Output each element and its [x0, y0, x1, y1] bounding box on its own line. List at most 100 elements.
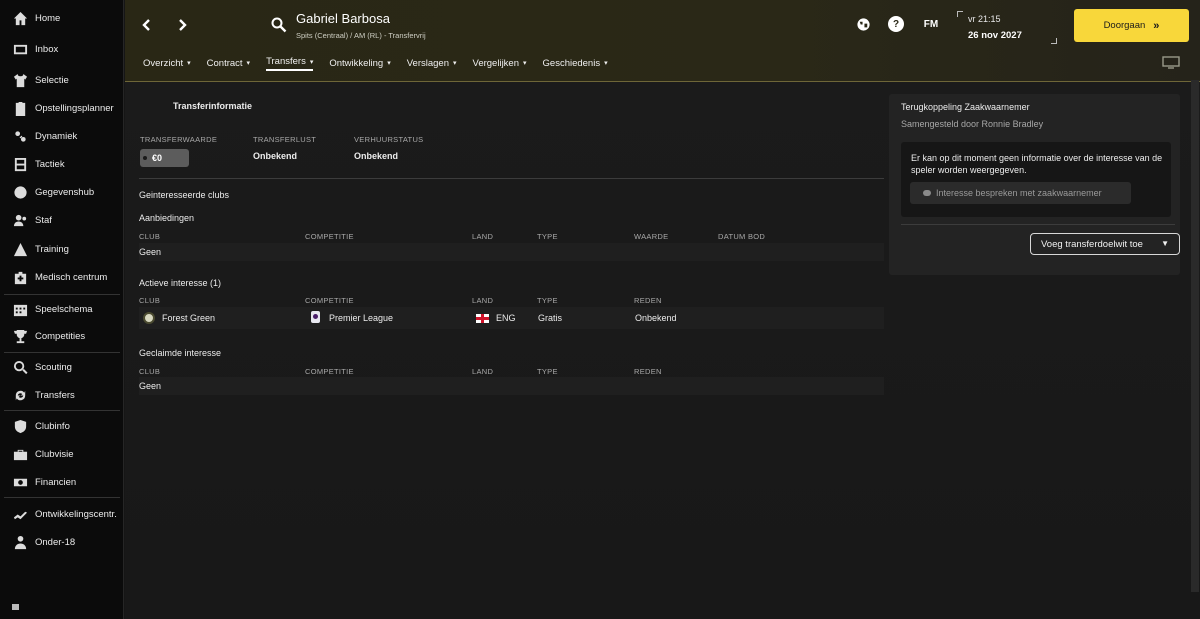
- tab-overzicht[interactable]: Overzicht ▾: [143, 55, 191, 71]
- sidebar-collapse-icon[interactable]: [12, 604, 19, 610]
- sidebar-item-speelschema[interactable]: Speelschema: [0, 296, 124, 322]
- medical-icon: [9, 270, 31, 285]
- chevron-down-icon: ▾: [246, 60, 251, 67]
- agent-message: Er kan op dit moment geen informatie ove…: [911, 153, 1163, 175]
- game-date[interactable]: 26 nov 2027: [968, 30, 1022, 41]
- column-header: REDEN: [634, 367, 662, 376]
- column-header: TYPE: [537, 232, 558, 241]
- sidebar-item-onder-18[interactable]: Onder-18: [0, 529, 124, 555]
- column-header: TYPE: [537, 367, 558, 376]
- tab-vergelijken[interactable]: Vergelijken ▾: [473, 55, 527, 71]
- sidebar-item-ontwikkelingscentrum[interactable]: Ontwikkelingscentr.: [0, 501, 124, 527]
- sidebar-item-label: Ontwikkelingscentr.: [35, 508, 117, 520]
- calendar-icon: [9, 302, 31, 317]
- tab-contract[interactable]: Contract ▾: [207, 55, 250, 71]
- sidebar-item-home[interactable]: Home: [0, 5, 124, 31]
- tab-geschiedenis[interactable]: Geschiedenis ▾: [543, 55, 608, 71]
- country-code: ENG: [496, 313, 516, 323]
- sidebar-item-financien[interactable]: Financien: [0, 469, 124, 495]
- fm-icon[interactable]: FM: [920, 16, 942, 32]
- sidebar-item-label: Opstellingsplanner: [35, 102, 114, 114]
- tab-verslagen[interactable]: Verslagen ▾: [407, 55, 457, 71]
- transfer-interest-label: TRANSFERLUST: [253, 135, 317, 144]
- tab-label: Overzicht: [143, 57, 184, 69]
- youth-icon: [9, 535, 31, 550]
- game-time: vr 21:15: [968, 14, 1001, 24]
- sidebar-item-dynamiek[interactable]: Dynamiek: [0, 123, 124, 149]
- sidebar-item-transfers[interactable]: Transfers: [0, 382, 124, 408]
- inbox-icon: [9, 42, 31, 57]
- forward-button[interactable]: [171, 14, 193, 36]
- sidebar-item-label: Gegevenshub: [35, 186, 95, 198]
- column-header: LAND: [472, 367, 494, 376]
- sidebar-item-label: Training: [35, 243, 69, 255]
- sidebar-item-clubinfo[interactable]: Clubinfo: [0, 413, 124, 439]
- add-transfer-target-button[interactable]: Voeg transferdoelwit toe ▼: [1030, 233, 1180, 255]
- world-icon[interactable]: [855, 16, 871, 32]
- sidebar-item-label: Clubinfo: [35, 420, 70, 432]
- sidebar-item-clubvisie[interactable]: Clubvisie: [0, 441, 124, 467]
- discuss-interest-button[interactable]: Interesse bespreken met zaakwaarnemer: [910, 182, 1131, 204]
- back-button[interactable]: [136, 14, 158, 36]
- tab-ontwikkeling[interactable]: Ontwikkeling ▾: [329, 55, 390, 71]
- sidebar-item-opstellingsplanner[interactable]: Opstellingsplanner: [0, 95, 124, 121]
- tab-label: Vergelijken: [472, 57, 519, 69]
- competition-link[interactable]: Premier League: [329, 313, 393, 323]
- double-chevron-right-icon: »: [1153, 19, 1160, 32]
- chevron-down-icon: ▾: [523, 60, 527, 67]
- transfer-interest-value: Onbekend: [253, 151, 298, 161]
- empty-value: Geen: [139, 381, 162, 391]
- sidebar-item-competities[interactable]: Competities: [0, 323, 124, 349]
- transfer-value-badge[interactable]: €0: [140, 149, 189, 167]
- sidebar-separator: [4, 294, 120, 295]
- shirt-icon: [9, 73, 31, 88]
- loan-status-label: VERHUURSTATUS: [354, 135, 424, 144]
- screen-icon[interactable]: [1162, 56, 1180, 69]
- sidebar-item-inbox[interactable]: Inbox: [0, 36, 124, 62]
- sidebar-item-medisch-centrum[interactable]: Medisch centrum: [0, 264, 124, 290]
- sidebar-separator: [4, 352, 120, 353]
- column-header: COMPETITIE: [305, 232, 354, 241]
- section-title-interested-clubs: Geinteresseerde clubs: [139, 190, 230, 200]
- player-name: Gabriel Barbosa: [296, 11, 390, 26]
- chevron-down-icon: ▾: [309, 58, 314, 66]
- league-logo-icon: [311, 311, 320, 323]
- club-crest-icon: [143, 312, 155, 324]
- chevron-down-icon: ▾: [604, 60, 608, 67]
- sidebar-item-scouting[interactable]: Scouting: [0, 354, 124, 380]
- training-icon: [9, 242, 31, 257]
- interest-reason: Onbekend: [635, 313, 677, 323]
- sidebar-item-label: Staf: [35, 214, 52, 226]
- sidebar-item-staf[interactable]: Staf: [0, 207, 124, 233]
- club-name-link[interactable]: Forest Green: [162, 313, 215, 323]
- sidebar-item-selectie[interactable]: Selectie: [0, 67, 124, 93]
- sidebar-item-label: Onder-18: [35, 536, 76, 548]
- column-header: CLUB: [139, 232, 161, 241]
- money-icon: [9, 475, 31, 490]
- calendar-corner-icon: [1051, 38, 1057, 44]
- table-row: [139, 377, 884, 395]
- data-hub-icon: [9, 185, 31, 200]
- app-window: Home Inbox Selectie Opstellingsplanner D…: [0, 0, 1200, 619]
- search-icon[interactable]: [270, 16, 288, 34]
- sidebar-item-tactiek[interactable]: Tactiek: [0, 151, 124, 177]
- sidebar-item-label: Scouting: [35, 361, 72, 373]
- sidebar-item-gegevenshub[interactable]: Gegevenshub: [0, 179, 124, 205]
- continue-button[interactable]: Doorgaan »: [1074, 9, 1189, 42]
- sidebar-item-training[interactable]: Training: [0, 236, 124, 262]
- subsection-title-claimed-interest: Geclaimde interesse: [139, 348, 222, 358]
- help-icon[interactable]: ?: [888, 16, 904, 32]
- development-icon: [9, 507, 31, 522]
- column-header: DATUM BOD: [718, 232, 766, 241]
- sidebar-item-label: Tactiek: [35, 158, 65, 170]
- section-divider: [139, 178, 884, 179]
- sidebar-item-label: Inbox: [35, 43, 59, 55]
- trophy-icon: [9, 329, 31, 344]
- scouting-icon: [9, 360, 31, 375]
- loan-status-value: Onbekend: [354, 151, 399, 161]
- scrollbar[interactable]: [1191, 80, 1199, 592]
- transfer-value: €0: [152, 153, 163, 163]
- panel-divider: [901, 224, 1175, 225]
- tab-transfers[interactable]: Transfers ▾: [266, 55, 314, 71]
- sidebar-item-label: Selectie: [35, 74, 69, 86]
